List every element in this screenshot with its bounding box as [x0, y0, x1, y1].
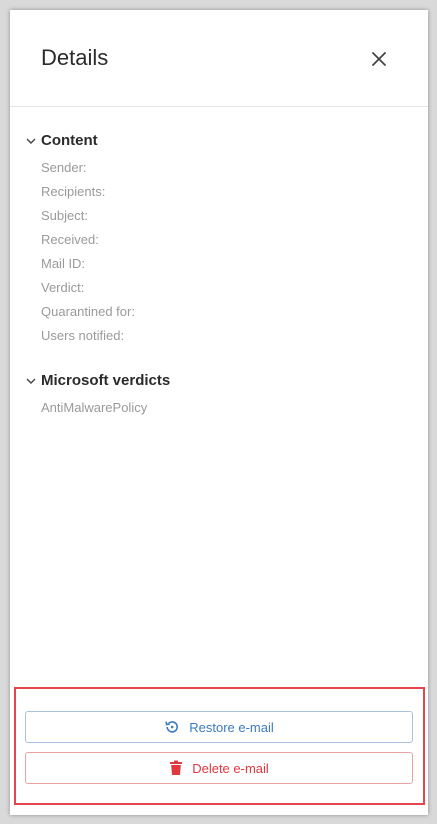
field-quarantined-for-label: Quarantined for: [41, 304, 135, 319]
close-icon[interactable] [368, 48, 390, 70]
details-panel: Details Content Sender: Recipients: Subj… [10, 10, 428, 815]
restore-icon [165, 721, 179, 733]
field-received-label: Received: [41, 232, 99, 247]
chevron-down-icon [26, 378, 36, 384]
panel-header: Details [10, 10, 428, 107]
delete-email-button[interactable]: Delete e-mail [25, 752, 413, 784]
field-users-notified-label: Users notified: [41, 328, 125, 343]
field-mail-id-label: Mail ID: [41, 256, 86, 271]
section-header-content[interactable]: Content [25, 132, 98, 149]
microsoft-verdicts-fields: AntiMalwarePolicy [41, 396, 147, 420]
section-title-microsoft-verdicts: Microsoft verdicts [41, 372, 171, 389]
field-recipients-label: Recipients: [41, 184, 106, 199]
trash-icon [170, 760, 183, 775]
section-header-microsoft-verdicts[interactable]: Microsoft verdicts [25, 372, 170, 389]
restore-email-label: Restore e-mail [189, 719, 274, 735]
chevron-down-icon [26, 138, 36, 144]
field-sender-label: Sender: [41, 160, 87, 175]
action-buttons-highlight: Restore e-mail Delete e-mail [14, 687, 425, 805]
field-antimalware-policy-label: AntiMalwarePolicy [41, 400, 148, 415]
field-verdict-label: Verdict: [41, 280, 85, 295]
content-fields: Sender: Recipients: Subject: Received: M… [41, 156, 135, 348]
field-subject-label: Subject: [41, 208, 88, 223]
section-title-content: Content [41, 132, 98, 149]
delete-email-label: Delete e-mail [192, 760, 269, 776]
restore-email-button[interactable]: Restore e-mail [25, 711, 413, 743]
panel-title: Details [41, 45, 109, 70]
